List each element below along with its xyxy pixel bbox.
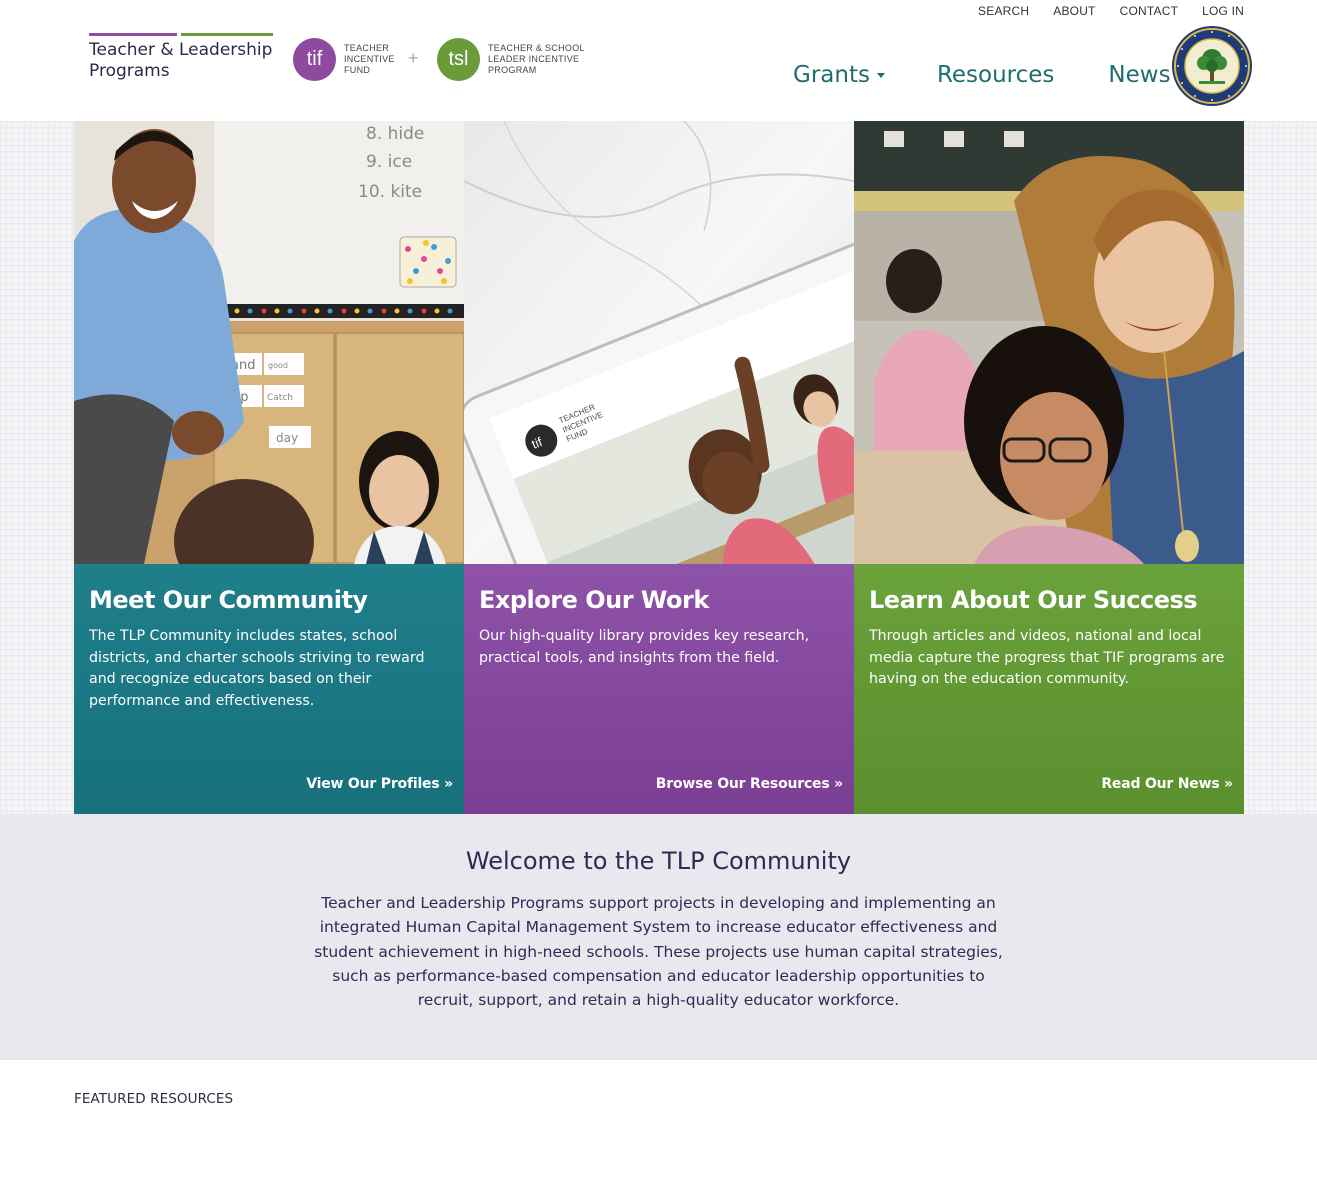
panel-work-caption: Explore Our Work Our high-quality librar… <box>464 564 854 814</box>
logo-line-1: Teacher & Leadership <box>89 40 273 60</box>
welcome-body: Teacher and Leadership Programs support … <box>314 894 1003 1010</box>
nav-grants-label: Grants <box>793 62 870 88</box>
main-nav: Grants Resources News <box>793 62 1171 88</box>
panel-work-title: Explore Our Work <box>479 586 709 614</box>
hero-panels: 8. hide 9. ice 10. kite and good u <box>74 121 1244 814</box>
board-word-1: 8. hide <box>366 124 424 144</box>
panel-community-caption: Meet Our Community The TLP Community inc… <box>74 564 464 814</box>
utility-link-search[interactable]: SEARCH <box>978 4 1029 18</box>
site-header: SEARCH ABOUT CONTACT LOG IN Teacher & Le… <box>0 0 1317 121</box>
utility-nav: SEARCH ABOUT CONTACT LOG IN <box>978 4 1244 18</box>
utility-link-login[interactable]: LOG IN <box>1202 4 1244 18</box>
tsl-logo[interactable]: tsl TEACHER & SCHOOL LEADER INCENTIVE PR… <box>437 38 585 81</box>
tif-logo[interactable]: tif TEACHER INCENTIVE FUND <box>293 38 395 81</box>
tif-label: TEACHER INCENTIVE FUND <box>344 43 395 75</box>
department-of-education-seal-icon[interactable] <box>1171 25 1253 107</box>
panel-community-body: The TLP Community includes states, schoo… <box>89 628 425 709</box>
tsl-mark: tsl <box>437 38 480 81</box>
wall-word-day: day <box>276 431 298 445</box>
view-profiles-link[interactable]: View Our Profiles » <box>306 776 453 792</box>
panel-success-caption: Learn About Our Success Through articles… <box>854 564 1244 814</box>
teacher-with-students-photo: 8. hide 9. ice 10. kite and good u <box>74 121 464 564</box>
wall-word-good: good <box>268 361 288 370</box>
board-word-3: 10. kite <box>358 182 422 202</box>
featured-resources-heading: FEATURED RESOURCES <box>74 1091 234 1107</box>
logo-line-2: Programs <box>89 61 170 81</box>
panel-community-title: Meet Our Community <box>89 586 368 614</box>
utility-link-contact[interactable]: CONTACT <box>1120 4 1179 18</box>
nav-news[interactable]: News <box>1108 62 1170 88</box>
welcome-title: Welcome to the TLP Community <box>465 847 852 875</box>
panel-community: 8. hide 9. ice 10. kite and good u <box>74 121 464 814</box>
board-word-2: 9. ice <box>366 152 412 172</box>
chevron-down-icon <box>876 72 885 78</box>
panel-work: tif TEACHER INCENTIVE FUND Explore Our W… <box>464 121 854 814</box>
panel-success-title: Learn About Our Success <box>869 586 1198 614</box>
tablet-classroom-photo: tif TEACHER INCENTIVE FUND <box>464 121 854 564</box>
logo-color-bars <box>89 33 275 36</box>
read-news-link[interactable]: Read Our News » <box>1101 776 1233 792</box>
panel-success-body: Through articles and videos, national an… <box>869 628 1225 687</box>
plus-separator: + <box>408 48 419 68</box>
teacher-helping-student-photo <box>854 121 1244 564</box>
panel-success: Learn About Our Success Through articles… <box>854 121 1244 814</box>
utility-link-about[interactable]: ABOUT <box>1053 4 1095 18</box>
tsl-label: TEACHER & SCHOOL LEADER INCENTIVE PROGRA… <box>488 43 585 75</box>
tif-mark: tif <box>293 38 336 81</box>
welcome-section: Welcome to the TLP Community Teacher and… <box>0 814 1317 1060</box>
panel-work-body: Our high-quality library provides key re… <box>479 628 810 666</box>
site-logo[interactable]: Teacher & Leadership Programs <box>89 33 275 82</box>
nav-resources[interactable]: Resources <box>937 62 1054 88</box>
wall-word-catch: Catch <box>267 393 293 403</box>
nav-grants[interactable]: Grants <box>793 62 885 88</box>
browse-resources-link[interactable]: Browse Our Resources » <box>656 776 843 792</box>
